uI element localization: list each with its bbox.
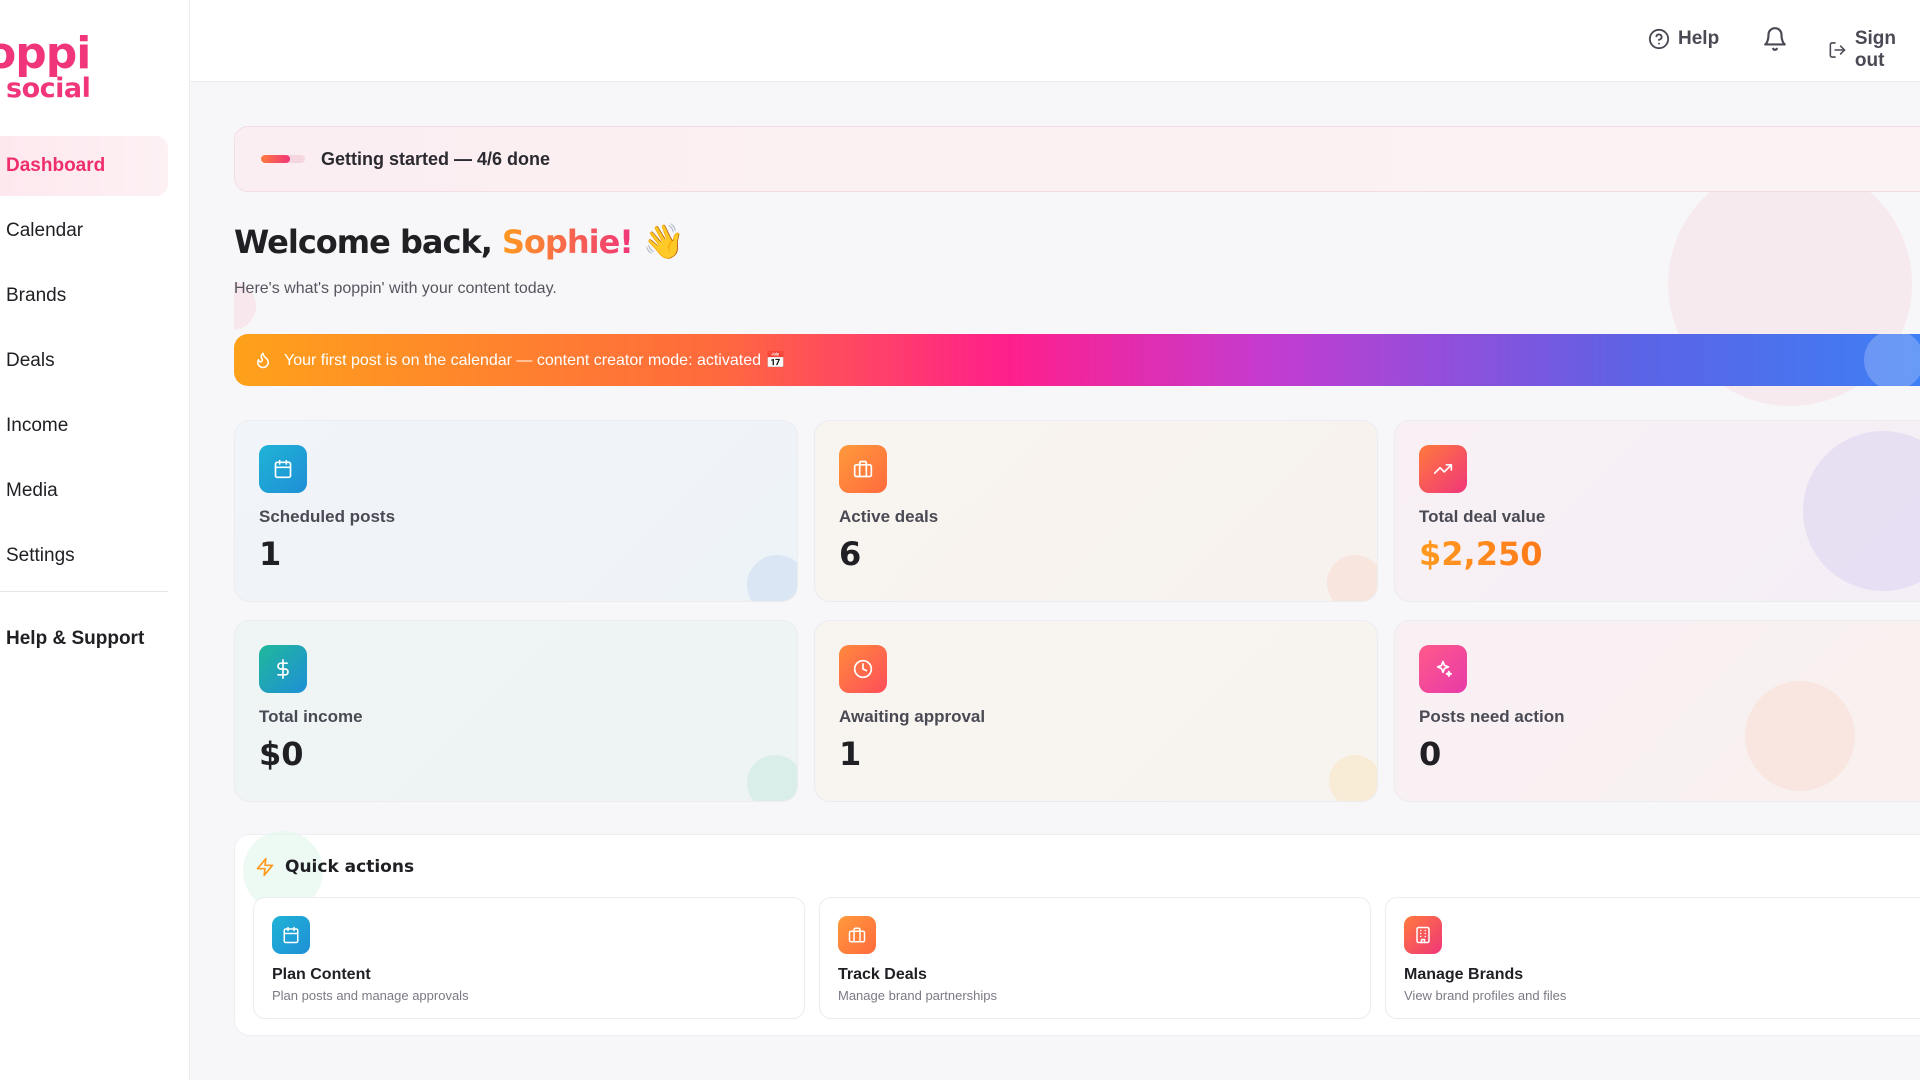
stat-card-total-deal-value[interactable]: Total deal value $2,250 bbox=[1394, 420, 1920, 602]
stat-card-posts-need-action[interactable]: Posts need action 0 bbox=[1394, 620, 1920, 802]
building-icon bbox=[1404, 916, 1442, 954]
decorative-circle bbox=[747, 555, 797, 601]
welcome-prefix: Welcome back, bbox=[234, 223, 493, 261]
quick-action-plan-content[interactable]: Plan Content Plan posts and manage appro… bbox=[253, 897, 805, 1019]
decorative-circle bbox=[747, 755, 797, 801]
clock-icon bbox=[839, 645, 887, 693]
sidebar-item-brands[interactable]: Brands bbox=[0, 266, 168, 326]
stat-card-scheduled-posts[interactable]: Scheduled posts 1 bbox=[234, 420, 798, 602]
decorative-circle bbox=[1327, 555, 1377, 601]
quick-actions-panel: Quick actions Plan Content Plan posts an… bbox=[234, 831, 1920, 1036]
stat-label: Total income bbox=[259, 707, 363, 726]
trending-up-icon bbox=[1419, 445, 1467, 493]
logo-wordmark-top: oppi bbox=[0, 28, 91, 79]
main-content: Getting started — 4/6 done Welcome back,… bbox=[234, 82, 1920, 1080]
logo-wordmark-bottom: social bbox=[6, 73, 91, 104]
quick-action-manage-brands[interactable]: Manage Brands View brand profiles and fi… bbox=[1385, 897, 1920, 1019]
celebration-banner: Your first post is on the calendar — con… bbox=[234, 330, 1920, 390]
stat-label: Total deal value bbox=[1419, 507, 1546, 526]
top-bar: Help Sign out bbox=[190, 0, 1920, 82]
stat-label: Scheduled posts bbox=[259, 507, 396, 526]
sidebar-item-dashboard[interactable]: Dashboard bbox=[0, 136, 168, 196]
stat-card-total-income[interactable]: Total income $0 bbox=[234, 620, 798, 802]
quick-action-desc: Manage brand partnerships bbox=[838, 988, 997, 1003]
decorative-circle bbox=[1864, 330, 1920, 390]
stat-label: Active deals bbox=[839, 507, 939, 526]
help-button[interactable]: Help bbox=[1648, 28, 1719, 50]
stat-value: 0 bbox=[1419, 735, 1442, 773]
welcome-user-name: Sophie! bbox=[501, 223, 634, 261]
bell-icon bbox=[1764, 27, 1786, 51]
help-circle-icon bbox=[1648, 28, 1670, 50]
waving-hand-icon: 👋 bbox=[642, 222, 686, 262]
sidebar-item-media[interactable]: Media bbox=[0, 461, 168, 521]
sign-out-button[interactable]: Sign out bbox=[1828, 28, 1920, 72]
dollar-icon bbox=[259, 645, 307, 693]
sidebar-item-help-support[interactable]: Help & Support bbox=[6, 628, 144, 650]
stat-label: Awaiting approval bbox=[839, 707, 986, 726]
decorative-circle bbox=[1803, 431, 1920, 591]
briefcase-icon bbox=[839, 445, 887, 493]
getting-started-progress-fill bbox=[261, 155, 291, 163]
quick-action-desc: Plan posts and manage approvals bbox=[272, 988, 469, 1003]
stat-value: $0 bbox=[259, 735, 304, 773]
log-out-icon bbox=[1829, 42, 1846, 58]
notifications-button[interactable] bbox=[1762, 26, 1796, 52]
stat-value: 1 bbox=[839, 735, 862, 773]
calendar-icon bbox=[272, 916, 310, 954]
welcome-heading: Welcome back, Sophie! 👋 bbox=[234, 222, 685, 262]
quick-actions-heading: Quick actions bbox=[255, 857, 414, 877]
decorative-circle bbox=[1329, 755, 1377, 801]
briefcase-icon bbox=[838, 916, 876, 954]
quick-action-desc: View brand profiles and files bbox=[1404, 988, 1567, 1003]
getting-started-label: Getting started — 4/6 done bbox=[321, 148, 551, 169]
stat-label: Posts need action bbox=[1419, 707, 1565, 726]
getting-started-progress bbox=[261, 155, 305, 163]
sidebar-nav: Dashboard Calendar Brands Deals Income M… bbox=[0, 136, 168, 591]
welcome-subtitle: Here's what's poppin' with your content … bbox=[234, 280, 557, 297]
calendar-icon bbox=[259, 445, 307, 493]
sidebar-item-deals[interactable]: Deals bbox=[0, 331, 168, 391]
lightning-icon bbox=[256, 857, 274, 877]
flame-icon bbox=[257, 352, 269, 369]
brand-logo[interactable]: oppi social bbox=[0, 30, 96, 110]
quick-action-track-deals[interactable]: Track Deals Manage brand partnerships bbox=[819, 897, 1371, 1019]
sidebar: oppi social Dashboard Calendar Brands De… bbox=[0, 0, 190, 1080]
stat-value: $2,250 bbox=[1419, 535, 1543, 573]
quick-action-title: Manage Brands bbox=[1404, 966, 1524, 983]
stat-value: 1 bbox=[259, 535, 282, 573]
stat-card-awaiting-approval[interactable]: Awaiting approval 1 bbox=[814, 620, 1378, 802]
getting-started-banner[interactable]: Getting started — 4/6 done bbox=[234, 126, 1920, 192]
sign-out-label: Sign out bbox=[1854, 28, 1897, 71]
stat-card-active-deals[interactable]: Active deals 6 bbox=[814, 420, 1378, 602]
banner-text: Your first post is on the calendar — con… bbox=[284, 352, 786, 369]
decorative-circle bbox=[1745, 681, 1855, 791]
sidebar-item-calendar[interactable]: Calendar bbox=[0, 201, 168, 261]
quick-action-title: Plan Content bbox=[272, 966, 371, 983]
help-label: Help bbox=[1678, 28, 1720, 49]
sidebar-item-income[interactable]: Income bbox=[0, 396, 168, 456]
quick-action-title: Track Deals bbox=[838, 966, 927, 983]
sparkles-icon bbox=[1419, 645, 1467, 693]
quick-actions-title: Quick actions bbox=[285, 857, 415, 877]
sidebar-item-settings[interactable]: Settings bbox=[0, 526, 168, 586]
stat-value: 6 bbox=[839, 535, 862, 573]
sidebar-divider bbox=[0, 591, 168, 592]
